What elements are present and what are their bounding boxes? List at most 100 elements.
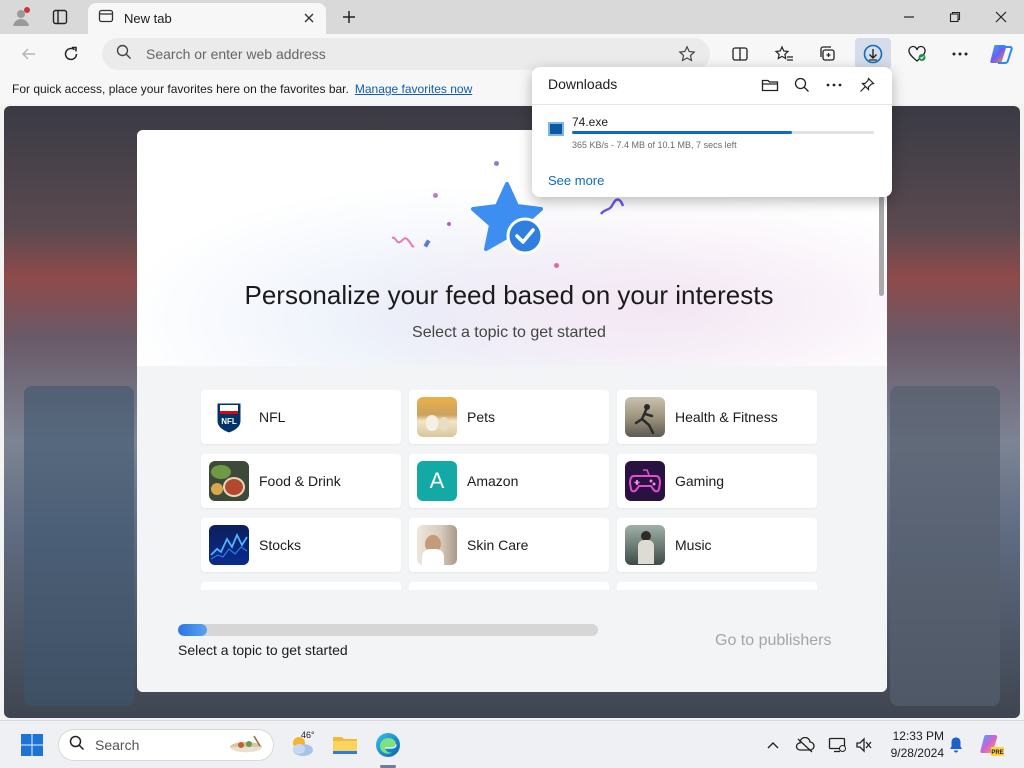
food-drink-thumbnail — [209, 461, 249, 501]
topic-label: Skin Care — [467, 537, 529, 553]
restore-button[interactable] — [932, 0, 978, 34]
weather-temperature: 46° — [301, 730, 315, 740]
topic-card-health-fitness[interactable]: Health & Fitness — [617, 390, 817, 444]
windows-start-icon[interactable] — [16, 729, 48, 761]
title-bar: New tab — [0, 0, 1024, 34]
food-bowl-icon — [227, 734, 265, 763]
close-window-button[interactable] — [978, 0, 1024, 34]
download-file-name[interactable]: 74.exe — [572, 115, 608, 129]
downloads-flyout: Downloads 74.exe 365 KB/s - 7.4 MB of 10… — [532, 67, 892, 197]
edge-browser-icon[interactable] — [372, 729, 404, 761]
topic-label: NFL — [259, 409, 286, 425]
confetti — [423, 239, 431, 248]
refresh-button[interactable] — [55, 38, 87, 70]
topic-card-pets[interactable]: Pets — [409, 390, 609, 444]
nfl-logo-icon: NFL — [209, 397, 249, 437]
tab-actions-icon[interactable] — [47, 5, 73, 29]
browser-essentials-icon[interactable] — [901, 38, 933, 70]
clock-date: 9/28/2024 — [890, 746, 944, 760]
topic-list: NFL NFL Pets Health & Fitness Food & Dri… — [137, 366, 887, 692]
download-progress-fill — [572, 131, 793, 134]
topic-label: Gaming — [675, 473, 725, 489]
confetti — [391, 236, 415, 248]
topic-label: Food & Drink — [259, 473, 341, 489]
notification-bell-icon[interactable] — [940, 729, 972, 761]
pets-thumbnail — [417, 397, 457, 437]
dialog-title: Personalize your feed based on your inte… — [244, 280, 774, 310]
address-bar[interactable] — [102, 38, 710, 70]
pin-icon[interactable] — [855, 73, 879, 97]
confetti — [433, 193, 438, 198]
copilot-preview-icon[interactable]: PRE — [976, 729, 1008, 761]
minimize-button[interactable] — [886, 0, 932, 34]
profile-icon[interactable] — [8, 5, 34, 29]
search-icon — [116, 44, 132, 65]
split-screen-icon[interactable] — [724, 38, 756, 70]
personalize-feed-dialog: Personalize your feed based on your inte… — [137, 130, 887, 692]
skin-care-thumbnail — [417, 525, 457, 565]
manage-favorites-link[interactable]: Manage favorites now — [355, 82, 472, 96]
music-thumbnail — [625, 525, 665, 565]
tab-title: New tab — [124, 11, 172, 26]
more-downloads-options-icon[interactable] — [822, 73, 846, 97]
topic-card-nfl[interactable]: NFL NFL — [201, 390, 401, 444]
background-decoration — [890, 386, 1000, 706]
topic-card-partial — [409, 582, 609, 590]
search-icon — [69, 735, 85, 756]
topic-card-gaming[interactable]: Gaming — [617, 454, 817, 508]
confetti — [447, 222, 451, 226]
volume-muted-icon[interactable] — [848, 729, 880, 761]
topic-label: Music — [675, 537, 712, 553]
see-more-link[interactable]: See more — [548, 173, 604, 188]
taskbar-search[interactable]: Search — [58, 729, 274, 761]
favorites-icon[interactable] — [768, 38, 800, 70]
new-tab-button[interactable] — [336, 5, 362, 29]
back-button[interactable] — [13, 38, 45, 70]
close-tab-icon[interactable] — [300, 9, 318, 27]
clock-time: 12:33 PM — [892, 729, 944, 743]
downloads-button[interactable] — [855, 38, 891, 70]
background-decoration — [24, 386, 134, 706]
stocks-chart-thumbnail — [209, 525, 249, 565]
download-status: 365 KB/s - 7.4 MB of 10.1 MB, 7 secs lef… — [572, 140, 737, 150]
topic-card-food-drink[interactable]: Food & Drink — [201, 454, 401, 508]
selection-progress-label: Select a topic to get started — [178, 642, 348, 658]
tab-new-tab[interactable]: New tab — [88, 3, 326, 34]
page-scrollbar[interactable] — [879, 196, 884, 296]
open-folder-icon[interactable] — [758, 73, 782, 97]
exe-file-icon — [548, 122, 564, 136]
topic-card-music[interactable]: Music — [617, 518, 817, 572]
favorites-bar-message: For quick access, place your favorites h… — [12, 82, 349, 96]
system-clock[interactable]: 12:33 PM 9/28/2024 — [880, 728, 944, 762]
topic-card-stocks[interactable]: Stocks — [201, 518, 401, 572]
selection-progress-bar — [178, 624, 598, 636]
topic-label: Amazon — [467, 473, 519, 489]
svg-text:NFL: NFL — [221, 417, 237, 426]
favorite-star-icon[interactable] — [678, 45, 696, 68]
selection-progress-fill — [178, 624, 208, 636]
go-to-publishers-button[interactable]: Go to publishers — [715, 632, 832, 650]
health-fitness-thumbnail — [625, 397, 665, 437]
address-input[interactable] — [146, 46, 646, 62]
search-downloads-icon[interactable] — [790, 73, 814, 97]
confetti — [554, 263, 559, 268]
topic-label: Stocks — [259, 537, 302, 553]
confetti — [494, 161, 499, 166]
file-explorer-icon[interactable] — [329, 729, 361, 761]
downloads-title: Downloads — [548, 76, 618, 92]
collections-icon[interactable] — [811, 38, 843, 70]
taskbar: Search 46° 12:33 PM 9/28/2024 PRE — [0, 720, 1024, 768]
new-tab-icon — [98, 8, 114, 29]
dialog-subtitle: Select a topic to get started — [412, 324, 606, 341]
copilot-icon[interactable] — [985, 38, 1017, 70]
topic-card-skin-care[interactable]: Skin Care — [409, 518, 609, 572]
network-status-icon[interactable] — [789, 729, 821, 761]
divider — [532, 104, 892, 105]
topic-card-amazon[interactable]: A Amazon — [409, 454, 609, 508]
confetti — [599, 198, 625, 215]
more-options-icon[interactable] — [944, 38, 976, 70]
amazon-letter-icon: A — [417, 461, 457, 501]
topic-label: Health & Fitness — [675, 409, 778, 425]
show-hidden-icons-chevron-icon[interactable] — [757, 729, 789, 761]
topic-card-partial — [617, 582, 817, 590]
